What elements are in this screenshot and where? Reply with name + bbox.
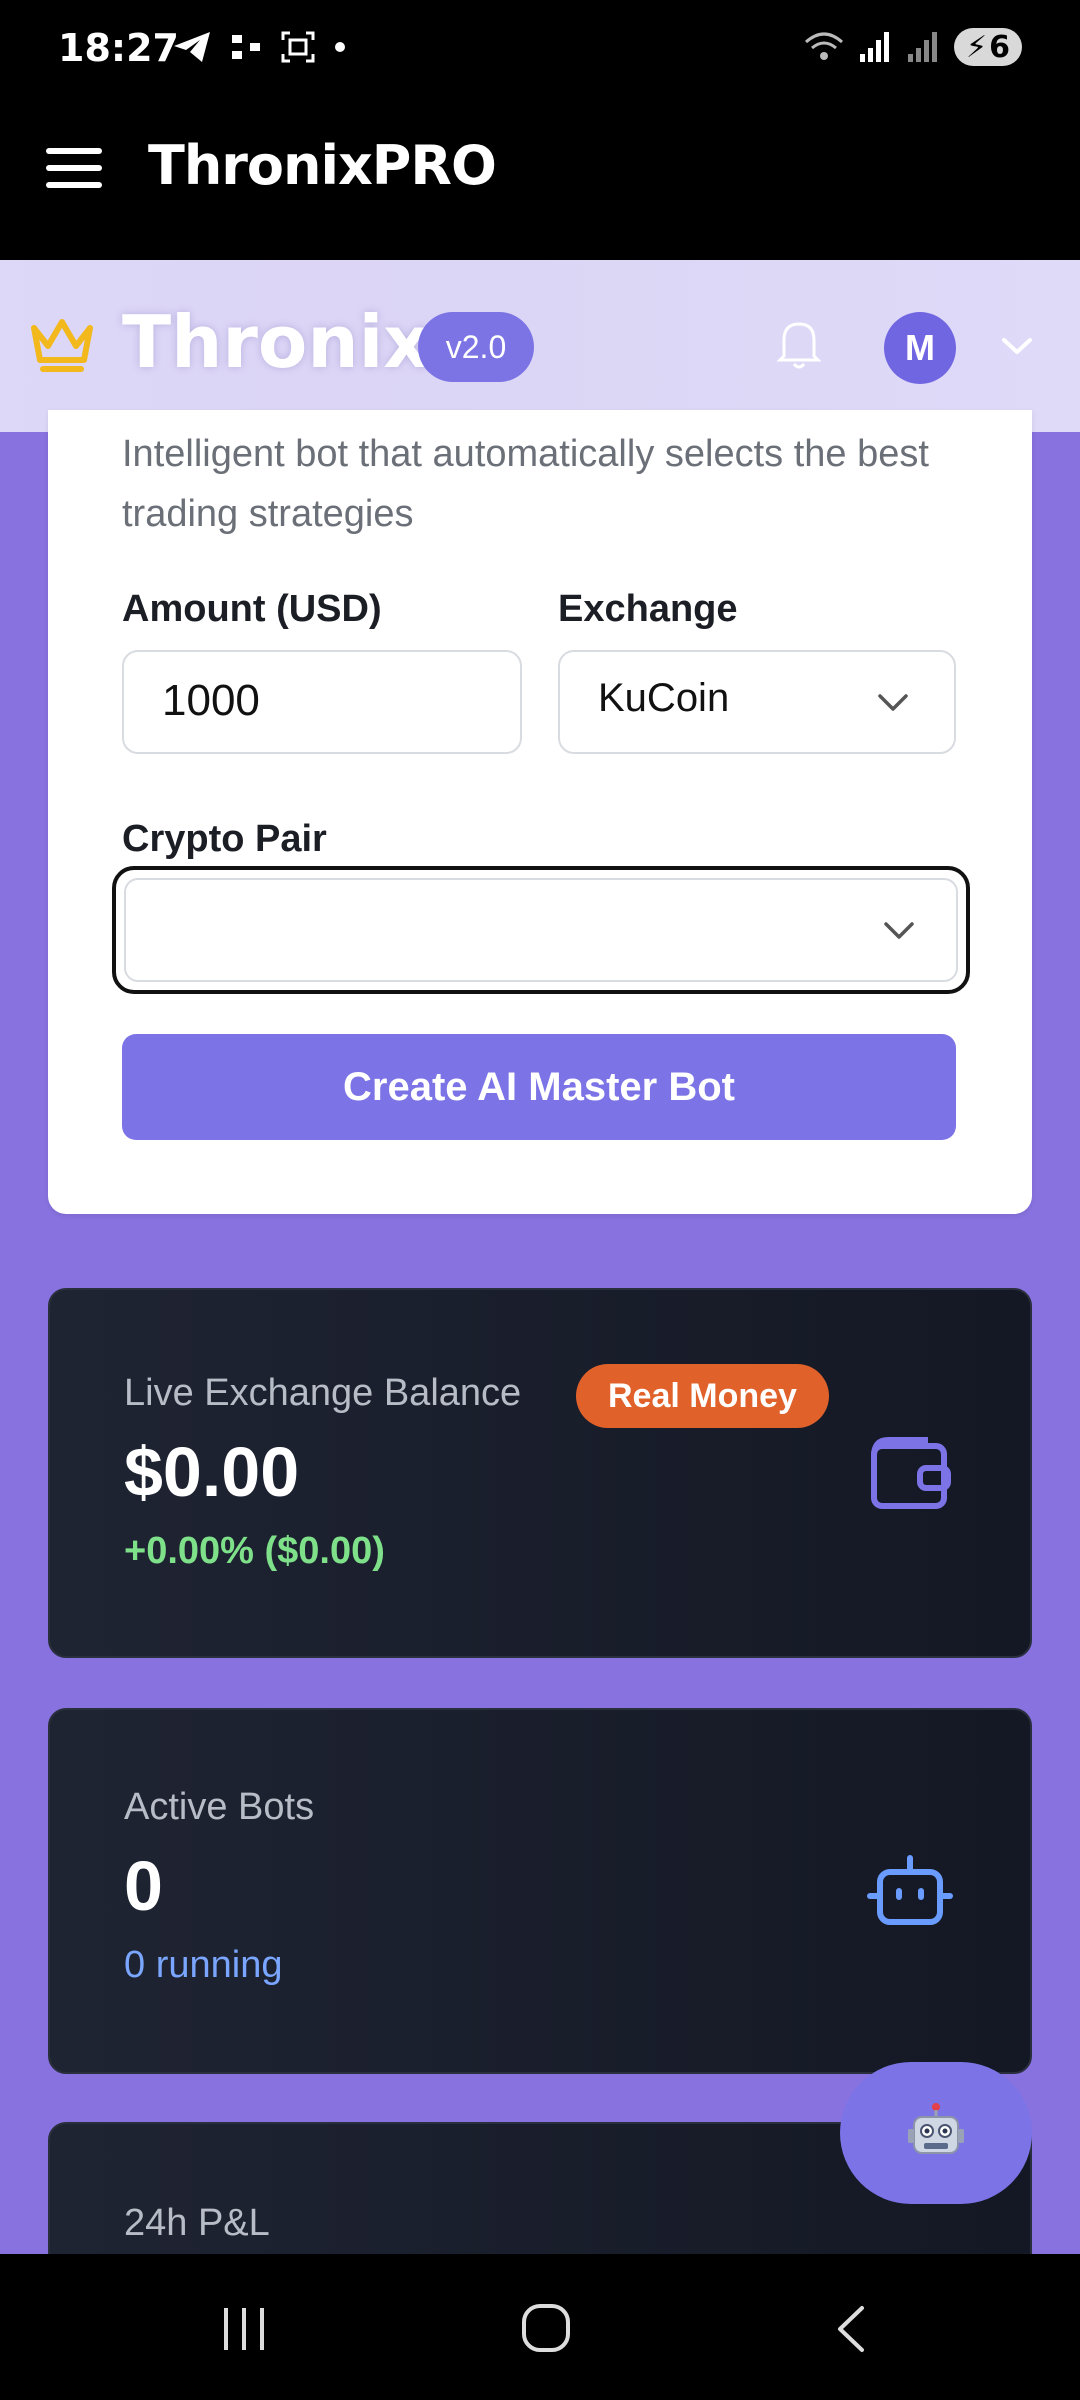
link-icon	[232, 35, 260, 59]
balance-label: Live Exchange Balance	[124, 1372, 522, 1414]
telegram-icon	[174, 32, 210, 62]
card-subtitle: Intelligent bot that automatically selec…	[122, 433, 929, 535]
exchange-label: Exchange	[558, 588, 738, 630]
ai-master-bot-card: Intelligent bot that automatically selec…	[48, 410, 1032, 1214]
brand-name: Thronix	[122, 300, 430, 384]
amount-value: 1000	[162, 676, 260, 725]
exchange-value: KuCoin	[598, 676, 730, 720]
crypto-pair-label: Crypto Pair	[122, 818, 327, 860]
exchange-select[interactable]: KuCoin	[558, 650, 956, 754]
crypto-pair-field	[124, 878, 958, 982]
running-count: 0 running	[124, 1944, 283, 1986]
active-bots-card: Active Bots 0 0 running	[48, 1708, 1032, 2074]
status-icons-right: ⚡ 6	[804, 28, 1022, 66]
wifi-icon	[805, 32, 844, 60]
status-time: 18:27	[58, 26, 179, 70]
active-bots-value: 0	[124, 1847, 163, 1925]
status-bar: 18:27 ⚡ 6	[0, 0, 1080, 100]
home-icon[interactable]	[520, 2302, 572, 2354]
amount-input[interactable]: 1000	[122, 650, 522, 754]
balance-change: +0.00% ($0.00)	[124, 1530, 385, 1572]
signal-icon-2	[908, 32, 938, 62]
amount-label: Amount (USD)	[122, 588, 382, 630]
chevron-down-icon[interactable]	[1000, 334, 1034, 358]
bell-icon[interactable]	[776, 318, 822, 370]
pnl-label: 24h P&L	[124, 2202, 270, 2244]
status-icons-left	[172, 30, 346, 64]
version-badge: v2.0	[418, 312, 534, 382]
screenshot-icon	[281, 31, 315, 63]
dot-icon	[335, 42, 345, 52]
balance-value: $0.00	[124, 1433, 300, 1511]
robot-icon	[867, 1855, 953, 1925]
assistant-fab[interactable]	[840, 2062, 1032, 2204]
chevron-down-icon	[878, 694, 908, 711]
back-icon[interactable]	[830, 2304, 870, 2354]
balance-card: Live Exchange Balance Real Money $0.00 +…	[48, 1288, 1032, 1658]
app-bar: ThronixPRO	[0, 100, 1080, 260]
battery-indicator: ⚡ 6	[954, 28, 1022, 66]
charging-icon: ⚡	[966, 29, 988, 65]
battery-level: 6	[989, 29, 1010, 65]
site-header: Thronix v2.0 M	[0, 260, 1080, 432]
avatar[interactable]: M	[884, 312, 956, 384]
active-bots-label: Active Bots	[124, 1786, 315, 1828]
wallet-icon	[871, 1437, 951, 1509]
crypto-pair-select[interactable]	[112, 866, 970, 994]
signal-icon	[860, 32, 890, 62]
real-money-badge: Real Money	[576, 1364, 829, 1428]
system-nav-bar	[0, 2254, 1080, 2400]
chevron-down-icon	[884, 922, 914, 939]
create-ai-master-bot-button[interactable]: Create AI Master Bot	[122, 1034, 956, 1140]
menu-icon[interactable]	[46, 146, 102, 190]
recent-apps-icon[interactable]	[220, 2304, 270, 2354]
crown-icon	[31, 319, 93, 372]
robot-face-icon	[908, 2103, 964, 2154]
app-title: ThronixPRO	[148, 134, 497, 197]
